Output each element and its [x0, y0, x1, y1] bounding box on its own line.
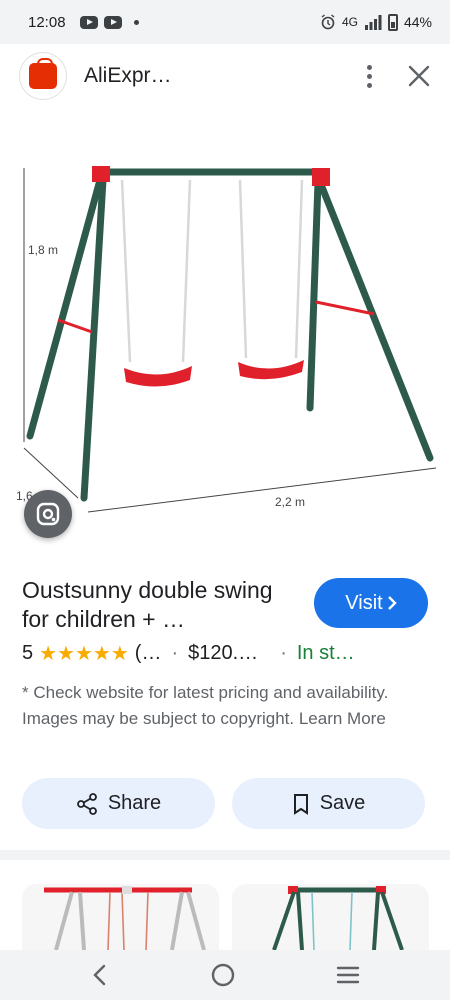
bookmark-icon	[293, 793, 308, 815]
swing-thumbnail-image	[272, 886, 404, 951]
youtube-icon	[103, 15, 122, 29]
save-label: Save	[319, 792, 366, 814]
product-meta: 5 ★★★★★ (… · $120.… · In st…	[22, 641, 355, 666]
status-time: 12:08	[28, 13, 66, 31]
separator: ·	[171, 642, 179, 664]
rating-value: 5	[22, 642, 34, 664]
availability: In st…	[296, 642, 355, 664]
home-icon[interactable]	[210, 962, 236, 988]
google-lens-button[interactable]	[24, 490, 72, 538]
review-count: (…	[134, 642, 162, 664]
product-title: Oustsunny double swing for children + …	[22, 577, 273, 632]
back-icon[interactable]	[90, 964, 110, 986]
signal-icon	[364, 14, 382, 30]
save-button[interactable]: Save	[232, 778, 425, 829]
app-header: AliExpr…	[0, 44, 450, 108]
lens-icon	[36, 502, 60, 526]
height-label: 1,8 m	[28, 243, 58, 257]
battery-level: 44%	[403, 14, 432, 30]
aliexpress-logo-icon	[20, 53, 66, 99]
section-divider	[0, 850, 450, 860]
more-vert-icon[interactable]	[367, 64, 372, 88]
notification-dot-icon	[133, 19, 139, 25]
close-icon[interactable]	[408, 65, 430, 87]
system-nav-bar	[0, 950, 450, 1000]
alarm-icon	[321, 14, 335, 30]
share-button[interactable]: Share	[22, 778, 215, 829]
youtube-icon	[79, 15, 98, 29]
visit-label: Visit	[345, 591, 383, 614]
visit-button[interactable]: Visit	[314, 578, 428, 628]
width-label: 2,2 m	[275, 495, 305, 509]
disclaimer-text: * Check website for latest pricing and a…	[22, 683, 389, 728]
status-bar: 12:08 4G 44%	[0, 0, 450, 44]
product-image[interactable]: 1,8 m 1,6 m 2,2 m	[0, 110, 450, 540]
swing-thumbnail-image	[44, 886, 206, 951]
status-right: 4G 44%	[320, 13, 432, 31]
price: $120.…	[188, 642, 259, 664]
separator: ·	[280, 642, 287, 664]
rating-stars: ★★★★★	[39, 643, 129, 665]
network-type: 4G	[341, 15, 358, 29]
chevron-right-icon	[387, 596, 397, 610]
recents-icon[interactable]	[336, 965, 360, 985]
share-label: Share	[107, 792, 162, 814]
share-icon	[76, 792, 97, 815]
battery-icon	[387, 13, 398, 31]
swing-set-image: 1,8 m 1,6 m 2,2 m	[16, 166, 437, 513]
app-title: AliExpr…	[84, 64, 172, 87]
